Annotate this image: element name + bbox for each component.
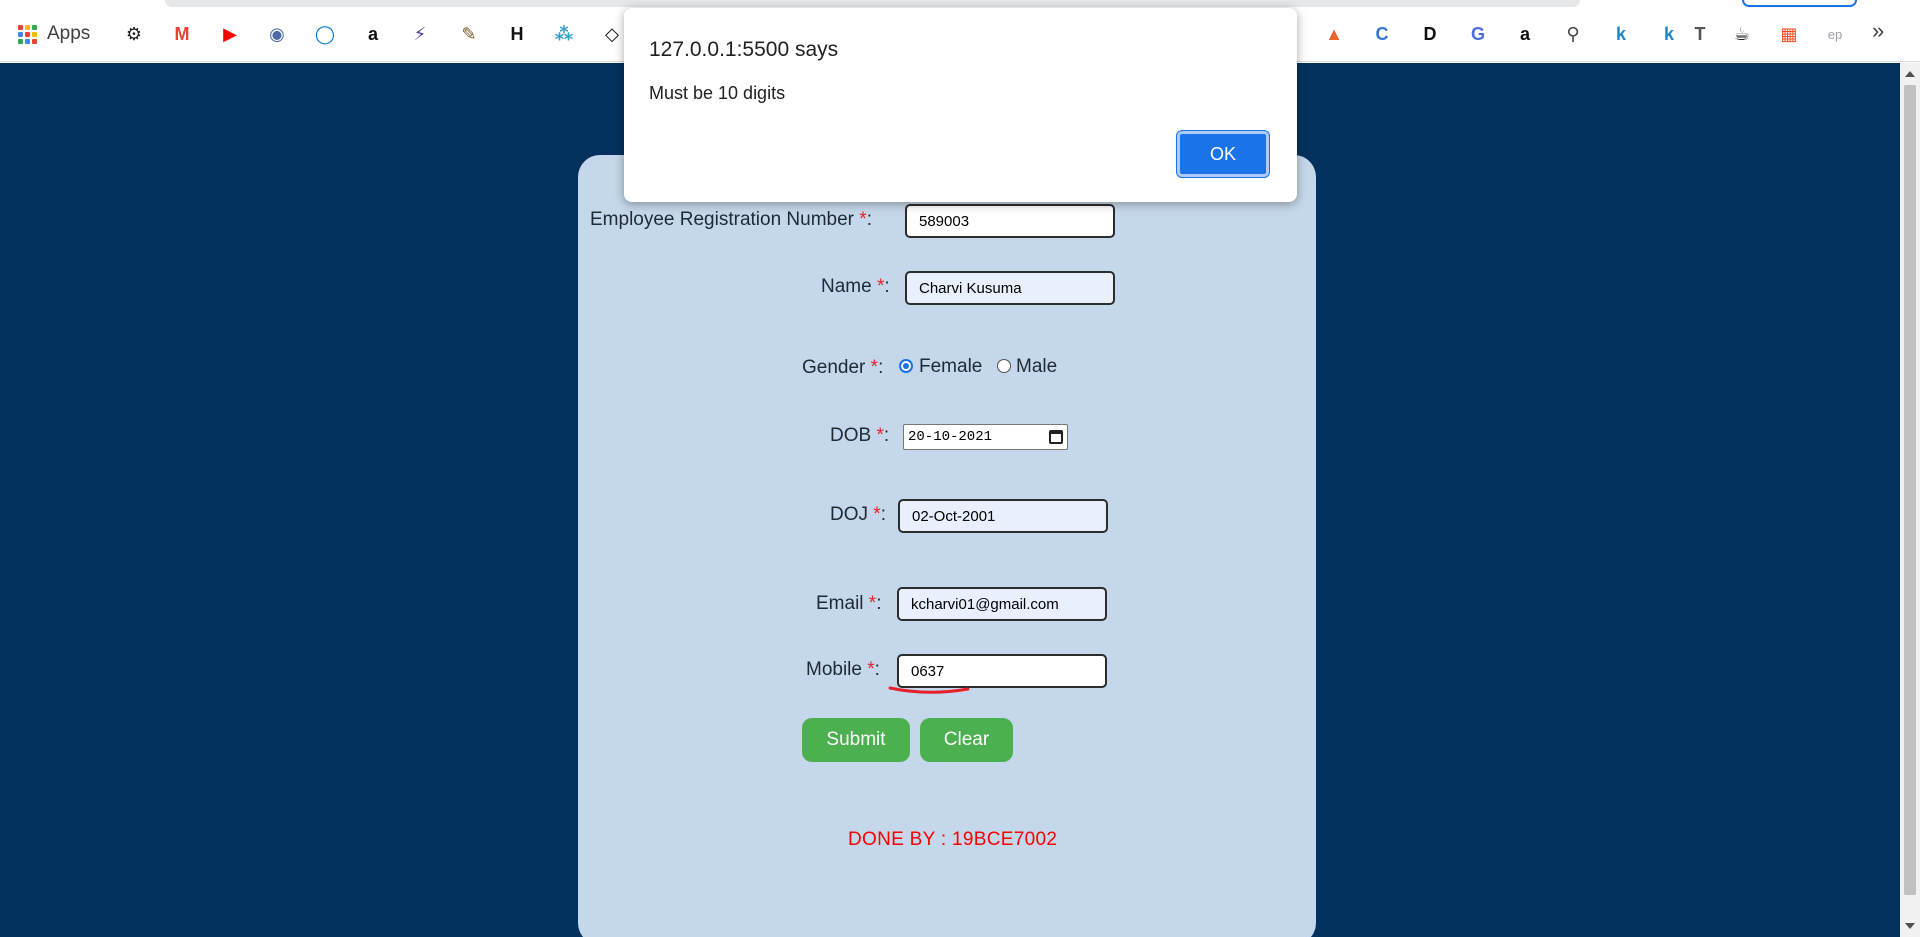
matlab-icon[interactable]: ▲ [1320, 20, 1348, 48]
gmail-icon[interactable]: M [168, 20, 196, 48]
calendar-icon[interactable] [1049, 430, 1063, 444]
dob-value: 20-10-2021 [908, 429, 993, 445]
bookmarks-overflow-icon[interactable]: » [1872, 18, 1884, 44]
doj-input[interactable]: 02-Oct-2001 [898, 499, 1108, 533]
dialog-title: 127.0.0.1:5500 says [649, 38, 839, 61]
doj-label: DOJ *: [830, 504, 886, 525]
email-input[interactable]: kcharvi01@gmail.com [897, 587, 1107, 621]
clear-button[interactable]: Clear [920, 718, 1013, 762]
page-scrollbar[interactable] [1900, 63, 1920, 937]
g-badge-icon[interactable]: G [1464, 20, 1492, 48]
gear-icon[interactable]: ⚙ [120, 20, 148, 48]
lightning-icon[interactable]: ⚡ [406, 20, 434, 48]
diamond-icon[interactable]: ◇ [598, 20, 626, 48]
profile-button-edge[interactable] [1742, 0, 1857, 7]
mobile-input[interactable]: 0637 [897, 654, 1107, 688]
graph-icon[interactable]: ⁂ [550, 20, 578, 48]
c-icon[interactable]: C [1368, 20, 1396, 48]
dev-icon[interactable]: D [1416, 20, 1444, 48]
done-by-footer: DONE BY : 19BCE7002 [848, 829, 1058, 850]
microsoft-icon[interactable]: ▦ [1775, 20, 1803, 48]
name-input[interactable]: Charvi Kusuma [905, 271, 1115, 305]
apps-bookmark[interactable]: Apps [18, 20, 108, 48]
dialog-message: Must be 10 digits [649, 83, 786, 103]
gender-male-radio[interactable] [997, 359, 1011, 373]
emp-reg-input[interactable]: 589003 [905, 204, 1115, 238]
alert-dialog: 127.0.0.1:5500 says Must be 10 digits OK [624, 8, 1297, 202]
amazon-icon[interactable]: a [359, 20, 387, 48]
k-icon[interactable]: k [1655, 20, 1683, 48]
hackerrank-icon[interactable]: H [503, 20, 531, 48]
scroll-up-arrow-icon[interactable] [1905, 71, 1915, 77]
scroll-down-arrow-icon[interactable] [1905, 923, 1915, 929]
ep-icon[interactable]: ep [1821, 20, 1849, 48]
dialog-ok-button[interactable]: OK [1177, 131, 1269, 177]
submit-button[interactable]: Submit [802, 718, 910, 762]
name-label: Name *: [821, 276, 890, 297]
emblem-icon[interactable]: ◉ [263, 20, 291, 48]
amazon-icon[interactable]: a [1511, 20, 1539, 48]
magnifier-icon[interactable]: ⚲ [1559, 20, 1587, 48]
dob-label: DOB *: [830, 425, 890, 446]
gender-male-label[interactable]: Male [1016, 356, 1057, 378]
mobile-label: Mobile *: [806, 659, 880, 680]
scrollbar-thumb[interactable] [1904, 85, 1916, 895]
emp-reg-label: Employee Registration Number *: [590, 209, 872, 230]
youtube-icon[interactable]: ▶ [216, 20, 244, 48]
gender-label: Gender *: [802, 357, 884, 378]
gender-female-label[interactable]: Female [919, 356, 982, 378]
email-label: Email *: [816, 593, 882, 614]
apps-grid-icon [18, 24, 37, 44]
t-icon[interactable]: T [1686, 20, 1714, 48]
red-underline-annotation [888, 686, 970, 694]
dob-date-input[interactable]: 20-10-2021 [903, 424, 1068, 450]
cat-icon[interactable]: ✎ [455, 20, 483, 48]
dell-icon[interactable]: ◯ [311, 20, 339, 48]
omnibox-edge [165, 0, 1580, 7]
apps-label: Apps [47, 23, 91, 44]
k-icon[interactable]: k [1607, 20, 1635, 48]
java-icon[interactable]: ☕ [1728, 20, 1756, 48]
gender-female-radio[interactable] [899, 359, 913, 373]
